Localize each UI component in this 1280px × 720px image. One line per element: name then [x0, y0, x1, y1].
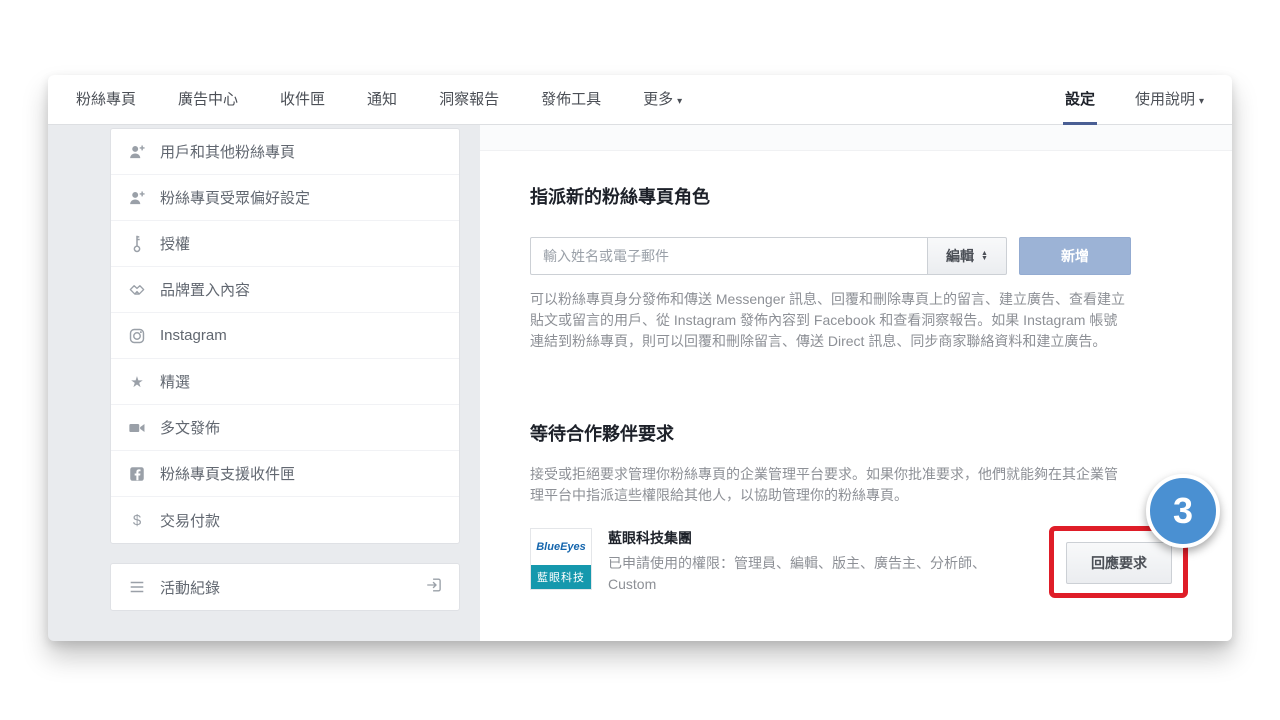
- top-nav-right: 設定 使用說明 ▾: [1065, 75, 1204, 125]
- sidebar-item-page-support-inbox[interactable]: 粉絲專頁支援收件匣: [111, 451, 459, 497]
- sidebar-item-audience-preferences[interactable]: 粉絲專頁受眾偏好設定: [111, 175, 459, 221]
- business-name: 藍眼科技集團: [608, 528, 1008, 548]
- dollar-icon: $: [127, 510, 147, 530]
- content-top-strip: [480, 125, 1232, 151]
- list-icon: [127, 577, 147, 597]
- sidebar-item-label: 多文發佈: [160, 417, 220, 438]
- assign-role-row: 編輯 ▲▼ 新增: [530, 237, 1172, 275]
- sidebar-item-activity-log[interactable]: 活動紀錄: [111, 564, 459, 610]
- nav-item-inbox[interactable]: 收件匣: [280, 75, 325, 125]
- sidebar-item-label: 交易付款: [160, 510, 220, 531]
- caret-down-icon: ▾: [677, 96, 682, 107]
- sort-arrows-icon: ▲▼: [981, 251, 988, 261]
- add-button[interactable]: 新增: [1019, 237, 1131, 275]
- business-logo: BlueEyes 藍眼科技: [530, 528, 592, 590]
- sidebar-item-label: 精選: [160, 371, 190, 392]
- top-nav: 粉絲專頁 廣告中心 收件匣 通知 洞察報告 發佈工具 更多 ▾ 設定 使用說明 ▾: [48, 75, 1232, 125]
- name-or-email-input[interactable]: [530, 237, 928, 275]
- sidebar-item-payments[interactable]: $ 交易付款: [111, 497, 459, 543]
- partner-requests-title: 等待合作夥伴要求: [530, 422, 1172, 446]
- nav-item-notifications[interactable]: 通知: [367, 75, 397, 125]
- sidebar-item-label: 授權: [160, 233, 190, 254]
- nav-item-more[interactable]: 更多 ▾: [643, 75, 682, 125]
- nav-item-settings[interactable]: 設定: [1065, 75, 1095, 125]
- top-nav-left: 粉絲專頁 廣告中心 收件匣 通知 洞察報告 發佈工具 更多 ▾: [76, 75, 682, 125]
- audience-icon: [127, 188, 147, 208]
- sidebar-item-branded-content[interactable]: 品牌置入內容: [111, 267, 459, 313]
- star-icon: ★: [127, 372, 147, 392]
- user-plus-icon: [127, 142, 147, 162]
- step-3-badge: 3: [1146, 474, 1220, 548]
- facebook-icon: [127, 464, 147, 484]
- sidebar-item-people-and-other-pages[interactable]: 用戶和其他粉絲專頁: [111, 129, 459, 175]
- partner-description-text: 接受或拒絕要求管理你粉絲專頁的企業管理平台要求。如果你批准要求，他們就能夠在其企…: [530, 464, 1130, 506]
- sidebar-item-label: 粉絲專頁支援收件匣: [160, 463, 295, 484]
- sidebar-item-label: Instagram: [160, 327, 227, 344]
- request-details: 藍眼科技集團 已申請使用的權限：管理員、編輯、版主、廣告主、分析師、Custom: [608, 528, 1008, 595]
- role-description-text: 可以粉絲專頁身分發佈和傳送 Messenger 訊息、回覆和刪除專頁上的留言、建…: [530, 289, 1130, 352]
- partner-request-row: BlueEyes 藍眼科技 藍眼科技集團 已申請使用的權限：管理員、編輯、版主、…: [530, 528, 1172, 595]
- video-camera-icon: [127, 418, 147, 438]
- sidebar-item-label: 用戶和其他粉絲專頁: [160, 141, 295, 162]
- facebook-page-settings-window: 粉絲專頁 廣告中心 收件匣 通知 洞察報告 發佈工具 更多▾ 設定 使用說明▾ …: [48, 75, 1232, 641]
- business-logo-caption: 藍眼科技: [531, 565, 591, 589]
- nav-item-insights[interactable]: 洞察報告: [439, 75, 499, 125]
- requested-permissions-text: 已申請使用的權限：管理員、編輯、版主、廣告主、分析師、Custom: [608, 553, 1008, 595]
- nav-item-help-label: 使用說明: [1135, 91, 1195, 108]
- role-dropdown-label: 編輯: [946, 246, 974, 266]
- business-logo-wordmark: BlueEyes: [531, 529, 591, 565]
- key-icon: [127, 234, 147, 254]
- sidebar-item-label: 品牌置入內容: [160, 279, 250, 300]
- activity-log-card: 活動紀錄: [110, 563, 460, 611]
- nav-item-ad-center[interactable]: 廣告中心: [178, 75, 238, 125]
- caret-down-icon: ▾: [1199, 96, 1204, 107]
- nav-item-more-label: 更多: [643, 91, 673, 108]
- respond-to-request-button[interactable]: 回應要求: [1066, 542, 1172, 584]
- sidebar-item-label: 活動紀錄: [160, 577, 220, 598]
- sidebar-item-instagram[interactable]: Instagram: [111, 313, 459, 359]
- nav-item-help[interactable]: 使用說明 ▾: [1135, 75, 1204, 125]
- settings-sidebar: 用戶和其他粉絲專頁 粉絲專頁受眾偏好設定 授權 品牌置入內容: [110, 128, 460, 544]
- open-arrow-icon: [425, 576, 443, 598]
- page: 粉絲專頁 廣告中心 收件匣 通知 洞察報告 發佈工具 更多▾ 設定 使用說明▾ …: [0, 0, 1280, 720]
- instagram-icon: [127, 326, 147, 346]
- sidebar-item-label: 粉絲專頁受眾偏好設定: [160, 187, 310, 208]
- respond-button-area: 回應要求: [1066, 542, 1172, 584]
- sidebar-item-featured[interactable]: ★ 精選: [111, 359, 459, 405]
- handshake-icon: [127, 280, 147, 300]
- nav-item-page[interactable]: 粉絲專頁: [76, 75, 136, 125]
- sidebar-item-crossposting[interactable]: 多文發佈: [111, 405, 459, 451]
- role-dropdown[interactable]: 編輯 ▲▼: [927, 237, 1007, 275]
- assign-roles-title: 指派新的粉絲專頁角色: [530, 185, 1172, 209]
- sidebar-item-authorizations[interactable]: 授權: [111, 221, 459, 267]
- settings-content-panel: 指派新的粉絲專頁角色 編輯 ▲▼ 新增 可以粉絲專頁身分發佈和傳送 Messen…: [480, 125, 1232, 641]
- nav-item-publishing-tools[interactable]: 發佈工具: [541, 75, 601, 125]
